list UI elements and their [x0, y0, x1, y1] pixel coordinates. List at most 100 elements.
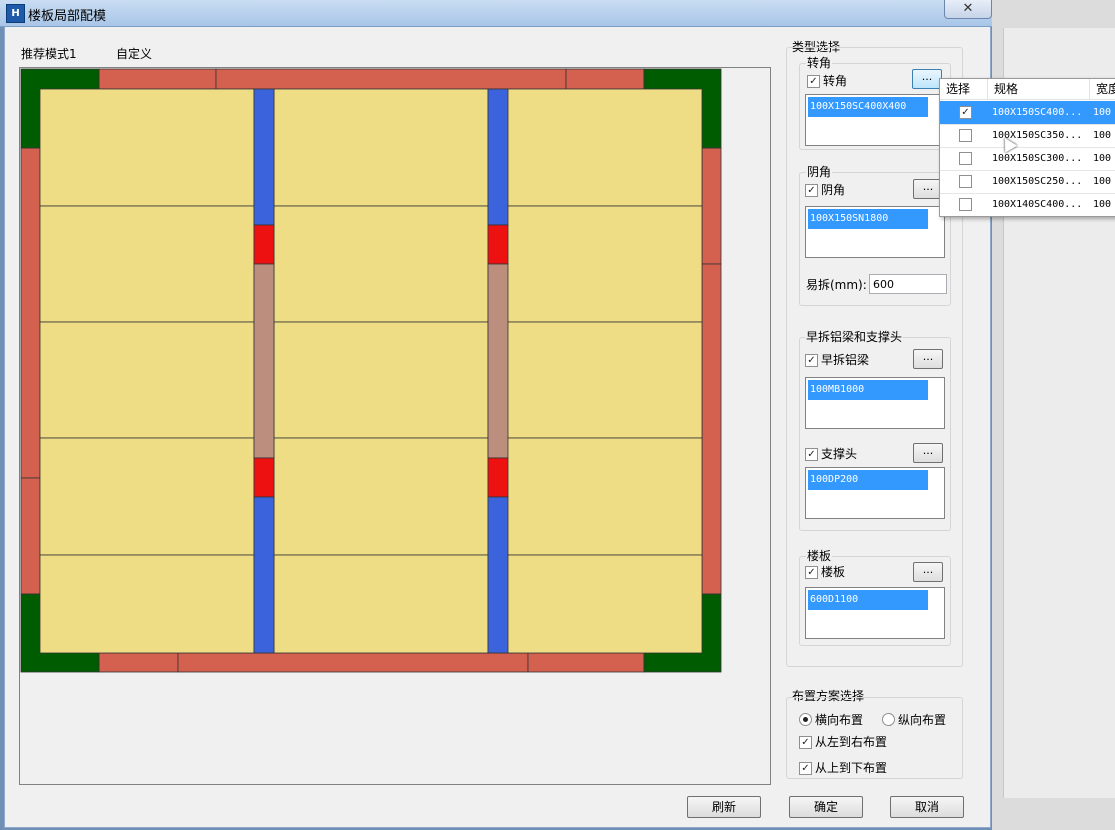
popup-row-checkbox[interactable]: [959, 198, 972, 211]
early-beam: [487, 496, 509, 654]
popup-row[interactable]: 100X140SC400... 100: [940, 193, 1115, 216]
corner-more-button[interactable]: ...: [912, 69, 942, 89]
edge-piece: [98, 652, 179, 673]
floor-panel: [39, 205, 255, 323]
floor-more-button[interactable]: ...: [913, 562, 943, 582]
early-beam-checkbox[interactable]: ✓: [805, 354, 818, 367]
early-beam-group-label: 早拆铝梁和支撑头: [805, 328, 904, 345]
floor-panel: [273, 437, 489, 556]
vertical-layout-radio[interactable]: [882, 713, 895, 726]
popup-header-width[interactable]: 宽度: [1090, 79, 1115, 100]
edge-piece: [98, 68, 217, 90]
inner-corner-group-label: 阴角: [806, 163, 833, 180]
beam-middle: [253, 263, 275, 459]
support-head-selected-item[interactable]: 100DP200: [808, 470, 928, 490]
layout-preview-canvas[interactable]: [19, 67, 771, 785]
early-beam: [487, 88, 509, 226]
floor-panel: [506, 205, 703, 323]
popup-row[interactable]: 100X150SC300... 100: [940, 147, 1115, 171]
ok-button[interactable]: 确定: [789, 796, 863, 818]
top-to-bottom-label: 从上到下布置: [815, 761, 888, 775]
corner-selected-item[interactable]: 100X150SC400X400: [808, 97, 928, 117]
edge-piece: [177, 652, 529, 673]
popup-row-width: 100: [1093, 130, 1112, 141]
floor-check-label: 楼板: [821, 565, 846, 579]
floor-panel: [273, 88, 489, 207]
top-to-bottom-checkbox[interactable]: ✓: [799, 762, 812, 775]
popup-row-width: 100: [1093, 153, 1112, 164]
popup-row[interactable]: ✓ 100X150SC400... 100: [940, 101, 1115, 125]
floor-panel: [273, 205, 489, 323]
inner-corner-checkbox[interactable]: ✓: [805, 184, 818, 197]
floor-panel: [506, 437, 703, 556]
inner-corner-selected-item[interactable]: 100X150SN1800: [808, 209, 928, 229]
floor-checkbox[interactable]: ✓: [805, 566, 818, 579]
spec-select-popup[interactable]: 选择 规格 宽度 ✓100X150SC400...100100X150SC350…: [939, 78, 1115, 217]
popup-header-spec[interactable]: 规格: [988, 79, 1090, 100]
edge-piece: [215, 68, 567, 90]
cancel-button[interactable]: 取消: [890, 796, 964, 818]
floor-panel: [506, 321, 703, 439]
refresh-button[interactable]: 刷新: [687, 796, 761, 818]
horizontal-layout-radio[interactable]: [799, 713, 812, 726]
recommended-mode-label[interactable]: 推荐模式1: [21, 45, 77, 62]
popup-row[interactable]: 100X150SC250... 100: [940, 170, 1115, 194]
early-beam-check-label: 早拆铝梁: [821, 353, 870, 367]
popup-row-width: 100: [1093, 199, 1112, 210]
easy-remove-input[interactable]: [869, 274, 947, 294]
early-beam-selected-item[interactable]: 100MB1000: [808, 380, 928, 400]
corner-check-label: 转角: [823, 74, 848, 88]
custom-mode-label[interactable]: 自定义: [116, 45, 152, 62]
horizontal-layout-label: 横向布置: [815, 713, 864, 727]
corner-group-label: 转角: [806, 54, 833, 71]
support-head: [487, 224, 509, 265]
floor-panel: [273, 554, 489, 654]
vertical-layout-label: 纵向布置: [898, 713, 947, 727]
easy-remove-label: 易拆(mm):: [806, 278, 867, 292]
support-head: [253, 224, 275, 265]
floor-group-label: 楼板: [806, 547, 833, 564]
edge-piece: [20, 147, 41, 479]
early-beam-more-button[interactable]: ...: [913, 349, 943, 369]
floor-panel: [39, 321, 255, 439]
floor-panel: [273, 321, 489, 439]
floor-panel: [39, 437, 255, 556]
floor-panel: [39, 554, 255, 654]
popup-row-checkbox[interactable]: [959, 129, 972, 142]
edge-piece: [701, 147, 722, 265]
left-to-right-label: 从左到右布置: [815, 735, 888, 749]
popup-row-spec: 100X140SC400...: [992, 199, 1083, 210]
edge-piece: [527, 652, 645, 673]
inner-corner-check-label: 阴角: [821, 183, 846, 197]
popup-row[interactable]: 100X150SC350... 100: [940, 124, 1115, 148]
popup-row-width: 100: [1093, 176, 1112, 187]
beam-middle: [487, 263, 509, 459]
floor-selected-item[interactable]: 600D1100: [808, 590, 928, 610]
support-head-listbox[interactable]: 100DP200: [805, 467, 945, 519]
floor-layout-drawing: [20, 68, 722, 673]
corner-checkbox[interactable]: ✓: [807, 75, 820, 88]
popup-row-checkbox[interactable]: ✓: [959, 106, 972, 119]
floor-listbox[interactable]: 600D1100: [805, 587, 945, 639]
close-button[interactable]: ✕: [944, 0, 992, 19]
popup-row-checkbox[interactable]: [959, 175, 972, 188]
popup-row-width: 100: [1093, 107, 1112, 118]
early-beam-listbox[interactable]: 100MB1000: [805, 377, 945, 429]
support-head: [253, 457, 275, 498]
support-head-check-label: 支撑头: [821, 447, 858, 461]
floor-panel: [39, 88, 255, 207]
title-bar: H 楼板局部配模: [0, 0, 992, 27]
window-title: 楼板局部配模: [28, 9, 107, 24]
popup-header-select[interactable]: 选择: [940, 79, 988, 100]
floor-panel: [506, 88, 703, 207]
app-icon: H: [6, 4, 25, 23]
support-head-more-button[interactable]: ...: [913, 443, 943, 463]
support-head: [487, 457, 509, 498]
edge-piece: [565, 68, 645, 90]
inner-corner-listbox[interactable]: 100X150SN1800: [805, 206, 945, 258]
left-to-right-checkbox[interactable]: ✓: [799, 736, 812, 749]
early-beam: [253, 496, 275, 654]
corner-listbox[interactable]: 100X150SC400X400: [805, 94, 945, 146]
popup-row-checkbox[interactable]: [959, 152, 972, 165]
support-head-checkbox[interactable]: ✓: [805, 448, 818, 461]
